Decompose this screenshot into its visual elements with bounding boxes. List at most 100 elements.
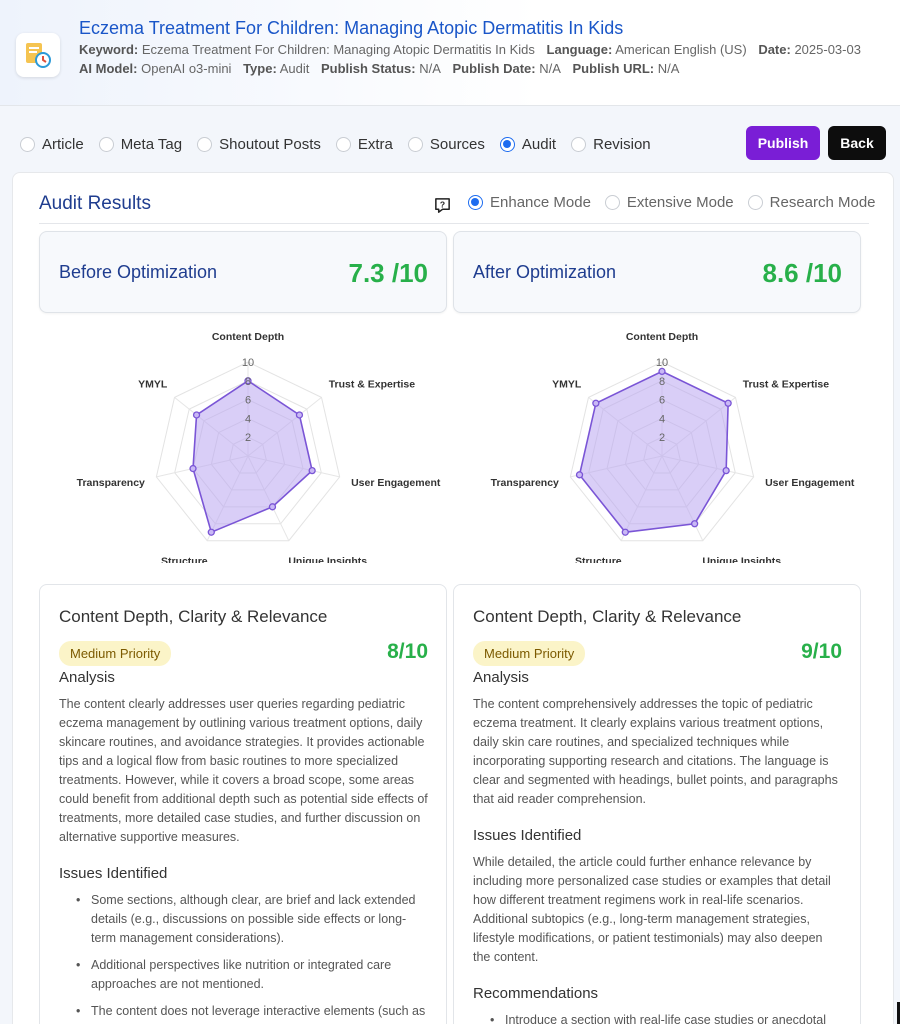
data-point: [207, 528, 215, 536]
tick-label: 8: [245, 376, 251, 388]
tick-label: 10: [656, 357, 668, 369]
mode-extensive[interactable]: Extensive Mode: [604, 194, 734, 211]
tab-shoutout-posts[interactable]: Shoutout Posts: [197, 136, 321, 153]
category-label: User Engagement: [351, 477, 441, 489]
category-label: Transparency: [491, 477, 559, 489]
before-score-card: Before Optimization 7.3 /10: [39, 231, 447, 313]
analysis-text: The content comprehensively addresses th…: [473, 697, 838, 806]
priority-badge: Medium Priority: [59, 641, 172, 666]
publish-url-value: N/A: [657, 61, 680, 76]
article-header: Eczema Treatment For Children: Managing …: [0, 0, 900, 106]
list-item: Additional perspectives like nutrition o…: [73, 956, 429, 994]
radio-icon[interactable]: [335, 136, 351, 152]
list-item: Some sections, although clear, are brief…: [73, 891, 429, 948]
radio-icon[interactable]: [20, 136, 35, 152]
tab-sources[interactable]: Sources: [407, 135, 485, 153]
tick-label: 6: [245, 395, 251, 407]
analysis-heading: Analysis: [59, 669, 115, 686]
mode-label: Enhance Mode: [490, 194, 591, 211]
audit-results-title: Audit Results: [39, 193, 151, 214]
data-point: [295, 411, 304, 419]
category-label: Structure: [161, 556, 208, 563]
criterion-title: Content Depth, Clarity & Relevance: [59, 607, 328, 626]
data-point: [621, 528, 629, 536]
meta-label: Publish URL:: [572, 61, 655, 76]
keyword-value: Eczema Treatment For Children: Managing …: [141, 42, 535, 57]
criterion-score: 8/10: [387, 640, 428, 663]
radio-icon[interactable]: [407, 136, 423, 152]
meta-label: AI Model:: [79, 61, 138, 76]
data-point: [575, 471, 584, 479]
tab-revision[interactable]: Revision: [571, 136, 651, 153]
before-label: Before Optimization: [59, 262, 218, 282]
view-tabs: Article Meta Tag Shoutout Posts Extra So…: [20, 132, 666, 156]
data-point: [592, 399, 600, 407]
audit-panel: Audit Results ? Enhance Mode Extensive M…: [12, 172, 894, 1024]
meta-label: Date:: [758, 42, 791, 57]
tick-label: 2: [245, 432, 251, 444]
publish-status-value: N/A: [419, 61, 441, 76]
detail-card-before: Content Depth, Clarity & Relevance Mediu…: [39, 584, 447, 1024]
data-point: [724, 399, 732, 407]
data-area: [578, 370, 729, 534]
data-point: [722, 466, 730, 475]
radio-icon[interactable]: [197, 136, 213, 152]
meta-line-2: AI Model: OpenAI o3-mini Type: Audit Pub…: [79, 61, 687, 76]
data-point: [192, 411, 201, 419]
publish-button[interactable]: Publish: [746, 126, 820, 160]
tab-meta-tag[interactable]: Meta Tag: [98, 135, 183, 153]
tab-article[interactable]: Article: [20, 136, 84, 153]
back-button[interactable]: Back: [828, 126, 886, 160]
list-item: Introduce a section with real-life case …: [487, 1011, 843, 1024]
tab-label: Article: [42, 135, 84, 153]
radio-selected-icon[interactable]: [499, 136, 515, 152]
data-point: [658, 367, 666, 376]
issues-text: While detailed, the article could furthe…: [473, 855, 831, 964]
tab-label: Meta Tag: [120, 135, 183, 153]
radio-icon[interactable]: [747, 195, 763, 210]
article-title[interactable]: Eczema Treatment For Children: Managing …: [79, 18, 623, 39]
tab-extra[interactable]: Extra: [335, 135, 393, 153]
ai-model-value: OpenAI o3-mini: [141, 61, 232, 76]
app-logo: [16, 33, 60, 77]
tab-label: Audit: [521, 135, 557, 153]
svg-text:?: ?: [440, 199, 445, 209]
category-label: Structure: [575, 556, 622, 563]
radio-icon[interactable]: [98, 136, 114, 152]
criterion-score: 9/10: [801, 640, 842, 663]
meta-label: Type:: [243, 61, 277, 76]
after-score-card: After Optimization 8.6 /10: [453, 231, 861, 313]
category-label: YMYL: [138, 379, 168, 391]
radio-icon[interactable]: [571, 136, 587, 152]
mode-research[interactable]: Research Mode: [747, 194, 876, 211]
after-radar-chart: 2 4 6 8 10 Content Depth Trust & Expertise User…: [491, 333, 855, 563]
tab-label: Extra: [357, 135, 393, 153]
tab-audit[interactable]: Audit: [499, 135, 557, 153]
divider: [39, 223, 869, 224]
tick-label: 8: [659, 376, 665, 388]
data-point: [268, 503, 277, 511]
category-label: Trust & Expertise: [743, 379, 830, 391]
analysis-text: The content clearly addresses user queri…: [59, 697, 428, 844]
mode-label: Extensive Mode: [626, 194, 734, 211]
criterion-title: Content Depth, Clarity & Relevance: [473, 607, 742, 626]
detail-body: Analysis The content clearly addresses u…: [59, 669, 429, 1024]
data-point: [690, 520, 699, 528]
tick-label: 4: [245, 413, 251, 425]
meta-label: Publish Date:: [452, 61, 536, 76]
data-point: [308, 466, 316, 475]
tick-label: 4: [659, 413, 665, 425]
language-value: American English (US): [615, 42, 747, 57]
category-label: YMYL: [552, 379, 582, 391]
radio-icon[interactable]: [604, 195, 620, 210]
mode-enhance[interactable]: Enhance Mode: [468, 194, 591, 211]
category-label: Content Depth: [212, 333, 284, 343]
after-label: After Optimization: [473, 262, 617, 282]
radio-selected-icon[interactable]: [468, 195, 483, 210]
tab-label: Sources: [429, 135, 485, 153]
category-label: Content Depth: [626, 333, 698, 343]
issues-list: Some sections, although clear, are brief…: [59, 891, 429, 1024]
list-item: The content does not leverage interactiv…: [73, 1002, 429, 1024]
before-score: 7.3 /10: [348, 258, 428, 288]
help-chat-icon[interactable]: ?: [433, 196, 452, 215]
